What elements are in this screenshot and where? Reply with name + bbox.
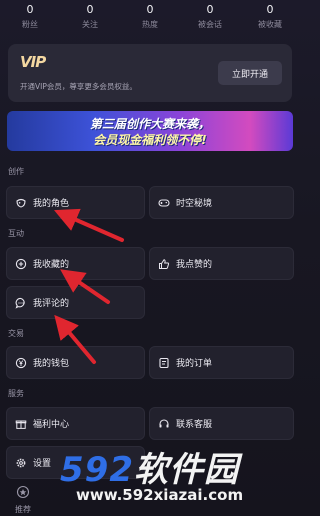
stat-following-count: 0 <box>86 3 94 16</box>
stat-following-label: 关注 <box>82 20 98 29</box>
card-welfare-center[interactable]: 福利中心 <box>6 407 145 440</box>
order-icon <box>158 357 170 369</box>
watermark-number: 592 <box>60 450 134 490</box>
headset-icon <box>158 418 170 430</box>
card-my-orders-label: 我的订单 <box>176 359 213 369</box>
vip-open-button[interactable]: 立即开通 <box>218 61 282 85</box>
card-my-comments-label: 我评论的 <box>33 299 70 309</box>
stat-fans[interactable]: 0 粉丝 <box>0 0 60 36</box>
watermark-url: www.592xiazai.com <box>76 486 244 504</box>
card-my-role-label: 我的角色 <box>33 199 70 209</box>
watermark: 592软件园 www.592xiazai.com <box>30 440 300 516</box>
card-space-secret[interactable]: 时空秘境 <box>149 186 294 219</box>
stat-heat-label: 热度 <box>142 20 158 29</box>
banner-line-2: 会员现金福利领不停! <box>93 133 207 147</box>
stat-conversations-label: 被会话 <box>198 20 222 29</box>
thumbs-up-icon <box>158 258 170 270</box>
stats-row: 0 粉丝 0 关注 0 热度 0 被会话 0 被收藏 <box>0 0 300 36</box>
section-interact-title: 互动 <box>8 229 24 238</box>
stat-conversations[interactable]: 0 被会话 <box>180 0 240 36</box>
card-my-likes[interactable]: 我点赞的 <box>149 247 294 280</box>
section-trade-title: 交易 <box>8 329 24 338</box>
stat-conversations-count: 0 <box>206 3 214 16</box>
watermark-logo: 592软件园 <box>60 442 239 491</box>
card-my-orders[interactable]: 我的订单 <box>149 346 294 379</box>
card-my-favorites[interactable]: 我收藏的 <box>6 247 145 280</box>
stat-favorited-label: 被收藏 <box>258 20 282 29</box>
comment-icon <box>15 297 27 309</box>
vip-card[interactable]: VIP 开通VIP会员，尊享更多会员权益。 立即开通 <box>8 44 292 102</box>
card-my-wallet-label: 我的钱包 <box>33 359 70 369</box>
recommend-icon <box>16 485 30 499</box>
card-space-secret-label: 时空秘境 <box>176 199 213 209</box>
stat-heat-count: 0 <box>146 3 154 16</box>
gamepad-icon <box>158 197 170 209</box>
stat-following[interactable]: 0 关注 <box>60 0 120 36</box>
stat-heat[interactable]: 0 热度 <box>120 0 180 36</box>
stat-favorited[interactable]: 0 被收藏 <box>240 0 300 36</box>
card-my-likes-label: 我点赞的 <box>176 260 213 270</box>
card-my-role[interactable]: 我的角色 <box>6 186 145 219</box>
section-service-title: 服务 <box>8 389 24 398</box>
gear-icon <box>15 457 27 469</box>
add-circle-icon <box>15 258 27 270</box>
card-my-favorites-label: 我收藏的 <box>33 260 70 270</box>
vip-logo: VIP <box>20 53 46 71</box>
contest-banner[interactable]: 第三届创作大赛来袭， 会员现金福利领不停! <box>7 111 293 151</box>
gift-icon <box>15 418 27 430</box>
vip-description: 开通VIP会员，尊享更多会员权益。 <box>20 82 137 91</box>
banner-line-1: 第三届创作大赛来袭， <box>89 117 210 131</box>
yen-coin-icon <box>15 357 27 369</box>
card-contact-support[interactable]: 联系客服 <box>149 407 294 440</box>
stat-favorited-count: 0 <box>266 3 274 16</box>
stat-fans-label: 粉丝 <box>22 20 38 29</box>
watermark-text: 软件园 <box>133 450 239 490</box>
section-create-title: 创作 <box>8 167 24 176</box>
role-icon <box>15 197 27 209</box>
card-my-comments[interactable]: 我评论的 <box>6 286 145 319</box>
card-my-wallet[interactable]: 我的钱包 <box>6 346 145 379</box>
card-welfare-center-label: 福利中心 <box>33 420 70 430</box>
stat-fans-count: 0 <box>26 3 34 16</box>
card-contact-support-label: 联系客服 <box>176 420 213 430</box>
